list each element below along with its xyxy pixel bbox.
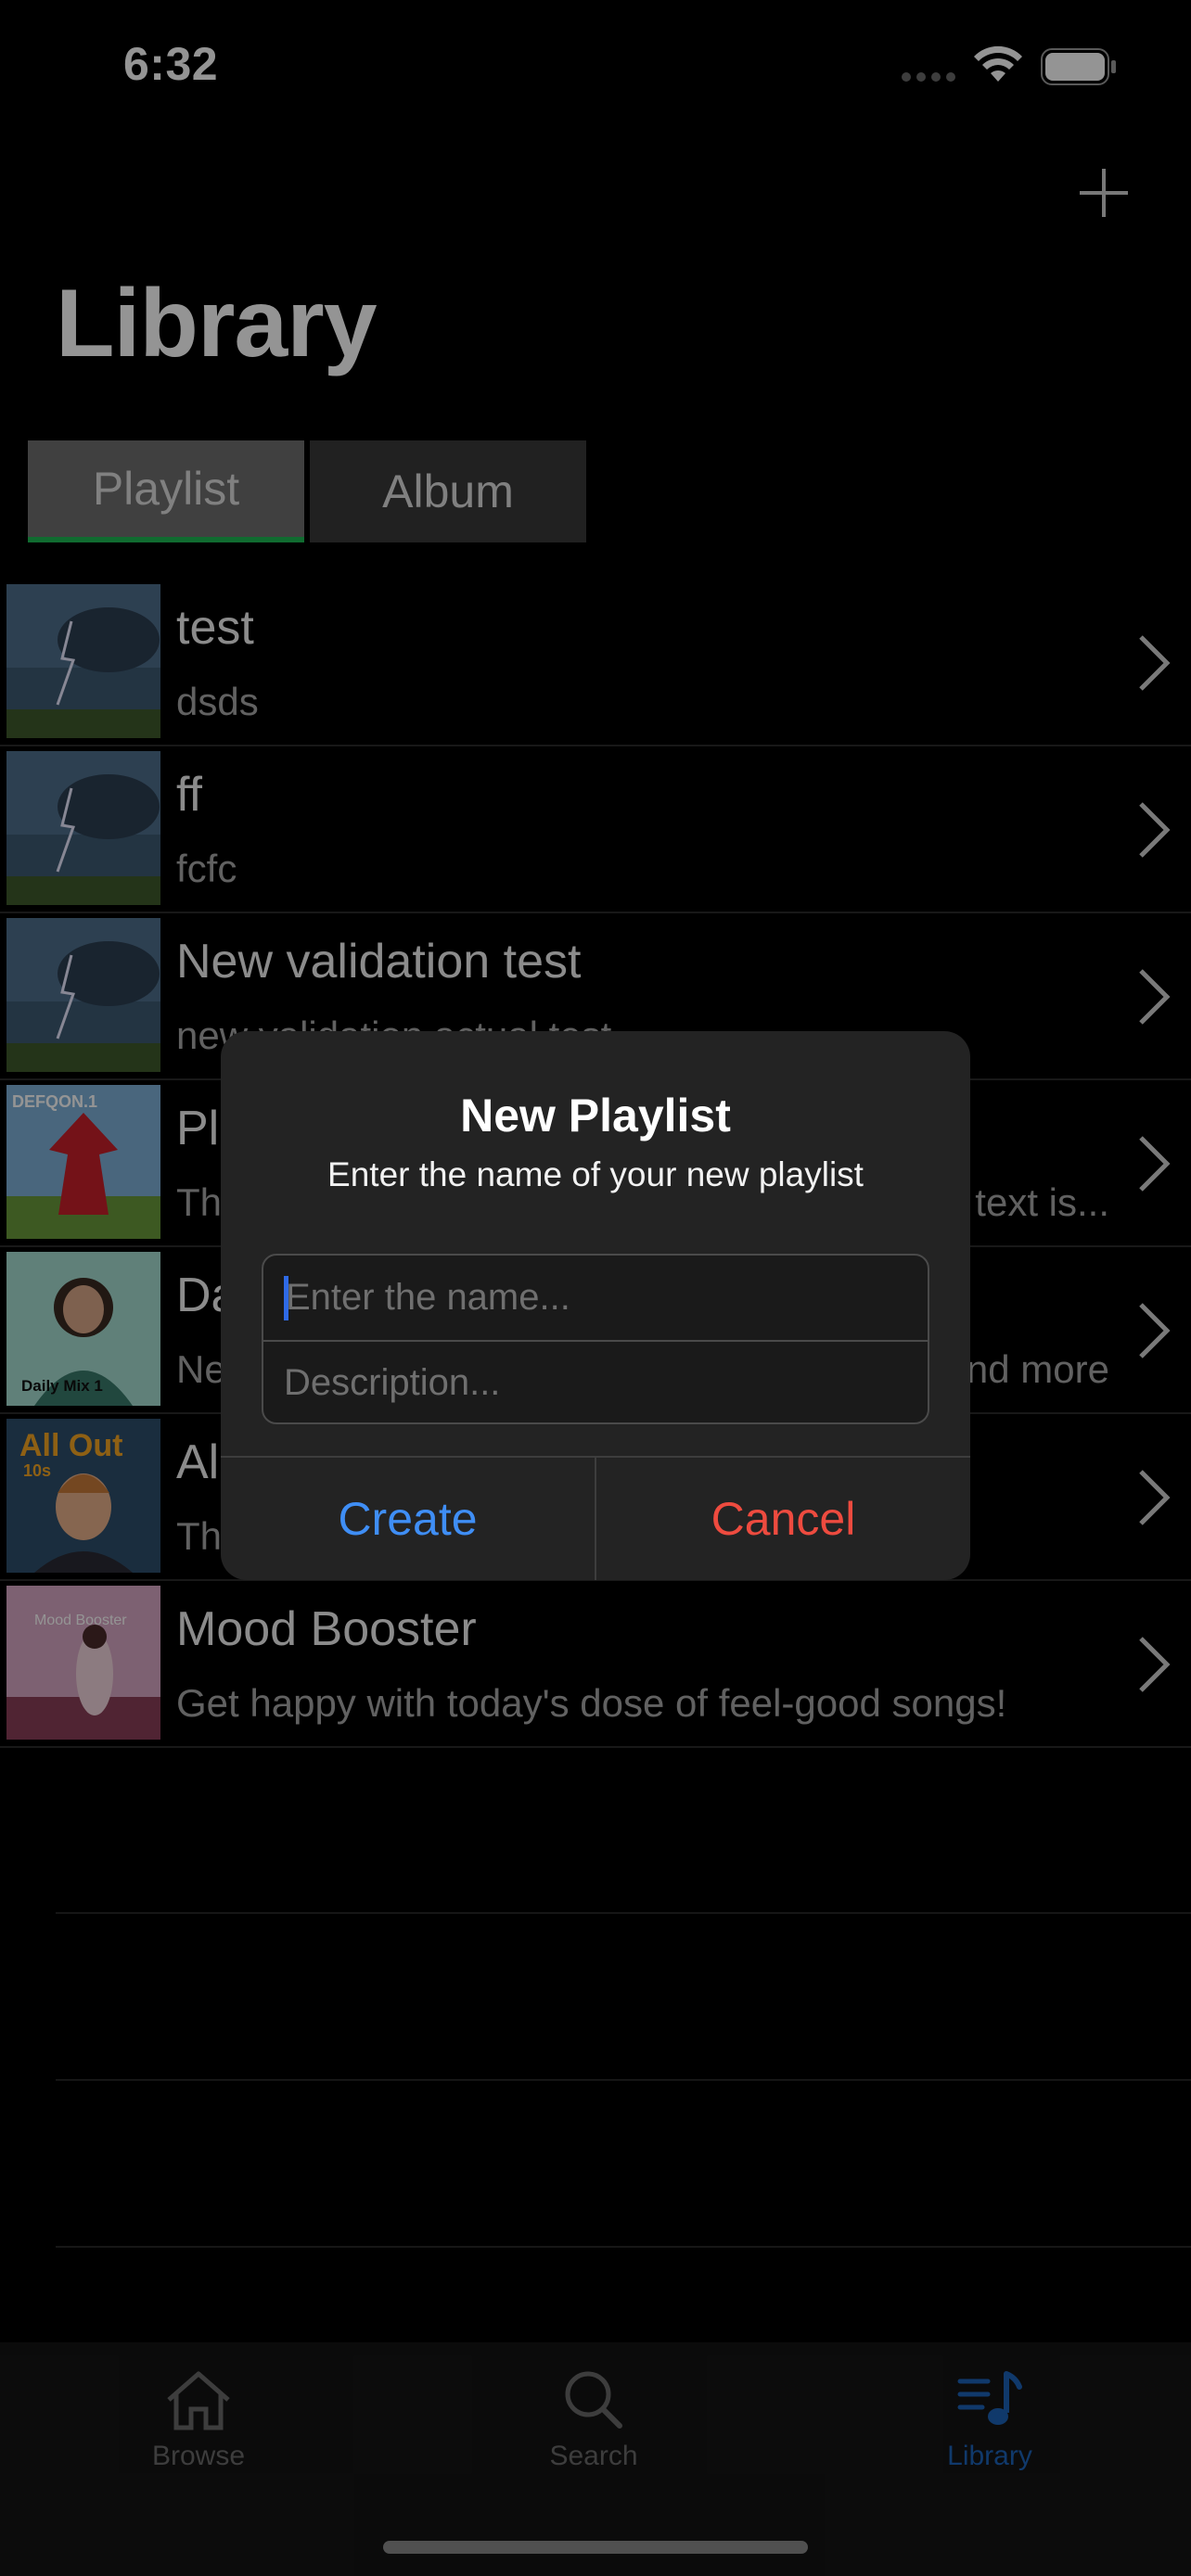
- alert-fields: Enter the name... Description...: [262, 1254, 929, 1424]
- text-caret: [284, 1276, 288, 1320]
- alert-message: Enter the name of your new playlist: [327, 1155, 864, 1193]
- name-placeholder: Enter the name...: [286, 1277, 570, 1318]
- alert-title: New Playlist: [460, 1090, 731, 1141]
- new-playlist-alert: New Playlist Enter the name of your new …: [221, 1031, 970, 1580]
- create-button[interactable]: Create: [221, 1458, 595, 1580]
- playlist-name-input[interactable]: Enter the name...: [263, 1256, 928, 1340]
- description-placeholder: Description...: [284, 1362, 501, 1403]
- cancel-button[interactable]: Cancel: [596, 1458, 970, 1580]
- playlist-description-input[interactable]: Description...: [263, 1340, 928, 1422]
